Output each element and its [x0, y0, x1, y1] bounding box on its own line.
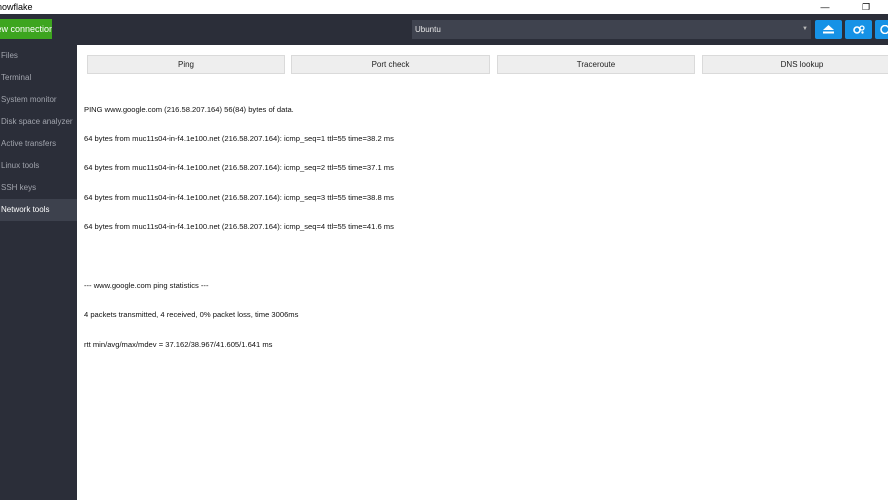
- sidebar-item-disk-space-analyzer[interactable]: Disk space analyzer: [0, 111, 77, 133]
- output-line: 64 bytes from muc11s04-in-f4.1e100.net (…: [84, 192, 394, 202]
- eject-icon: [823, 21, 834, 38]
- settings-button[interactable]: [845, 20, 872, 39]
- network-tools-panel: Ping Port check Traceroute DNS lookup PI…: [77, 45, 888, 500]
- settings-icon: [852, 21, 865, 38]
- title-bar: nowflake — ❐: [0, 0, 888, 14]
- sidebar: Files Terminal System monitor Disk space…: [0, 45, 77, 500]
- output-line: --- www.google.com ping statistics ---: [84, 280, 209, 290]
- port-check-button[interactable]: Port check: [291, 55, 490, 74]
- info-icon: [880, 21, 888, 38]
- sidebar-item-system-monitor[interactable]: System monitor: [0, 89, 77, 111]
- sidebar-item-network-tools[interactable]: Network tools: [0, 199, 77, 221]
- output-line: 64 bytes from muc11s04-in-f4.1e100.net (…: [84, 222, 394, 232]
- disconnect-button[interactable]: [815, 20, 842, 39]
- chevron-down-icon: ▼: [802, 26, 808, 32]
- output-line: 64 bytes from muc11s04-in-f4.1e100.net (…: [84, 133, 394, 143]
- sidebar-item-terminal[interactable]: Terminal: [0, 67, 77, 89]
- sidebar-item-files[interactable]: Files: [0, 45, 77, 67]
- sidebar-item-active-transfers[interactable]: Active transfers: [0, 133, 77, 155]
- maximize-button[interactable]: ❐: [855, 0, 877, 14]
- traceroute-button[interactable]: Traceroute: [497, 55, 695, 74]
- new-connection-button[interactable]: New connection: [0, 19, 52, 39]
- toolbar: New connection Ubuntu ▼: [0, 14, 888, 45]
- dns-lookup-button[interactable]: DNS lookup: [702, 55, 888, 74]
- info-button[interactable]: [875, 20, 888, 39]
- minimize-button[interactable]: —: [814, 0, 836, 14]
- ping-button[interactable]: Ping: [87, 55, 285, 74]
- sidebar-item-ssh-keys[interactable]: SSH keys: [0, 177, 77, 199]
- session-select[interactable]: Ubuntu ▼: [412, 20, 811, 39]
- output-line: 4 packets transmitted, 4 received, 0% pa…: [84, 310, 299, 320]
- output-line: rtt min/avg/max/mdev = 37.162/38.967/41.…: [84, 339, 273, 349]
- command-output: PING www.google.com (216.58.207.164) 56(…: [84, 85, 874, 369]
- session-select-value: Ubuntu: [415, 25, 441, 34]
- output-line: PING www.google.com (216.58.207.164) 56(…: [84, 104, 294, 114]
- sidebar-item-linux-tools[interactable]: Linux tools: [0, 155, 77, 177]
- window-title: nowflake: [0, 2, 33, 12]
- output-line: 64 bytes from muc11s04-in-f4.1e100.net (…: [84, 163, 394, 173]
